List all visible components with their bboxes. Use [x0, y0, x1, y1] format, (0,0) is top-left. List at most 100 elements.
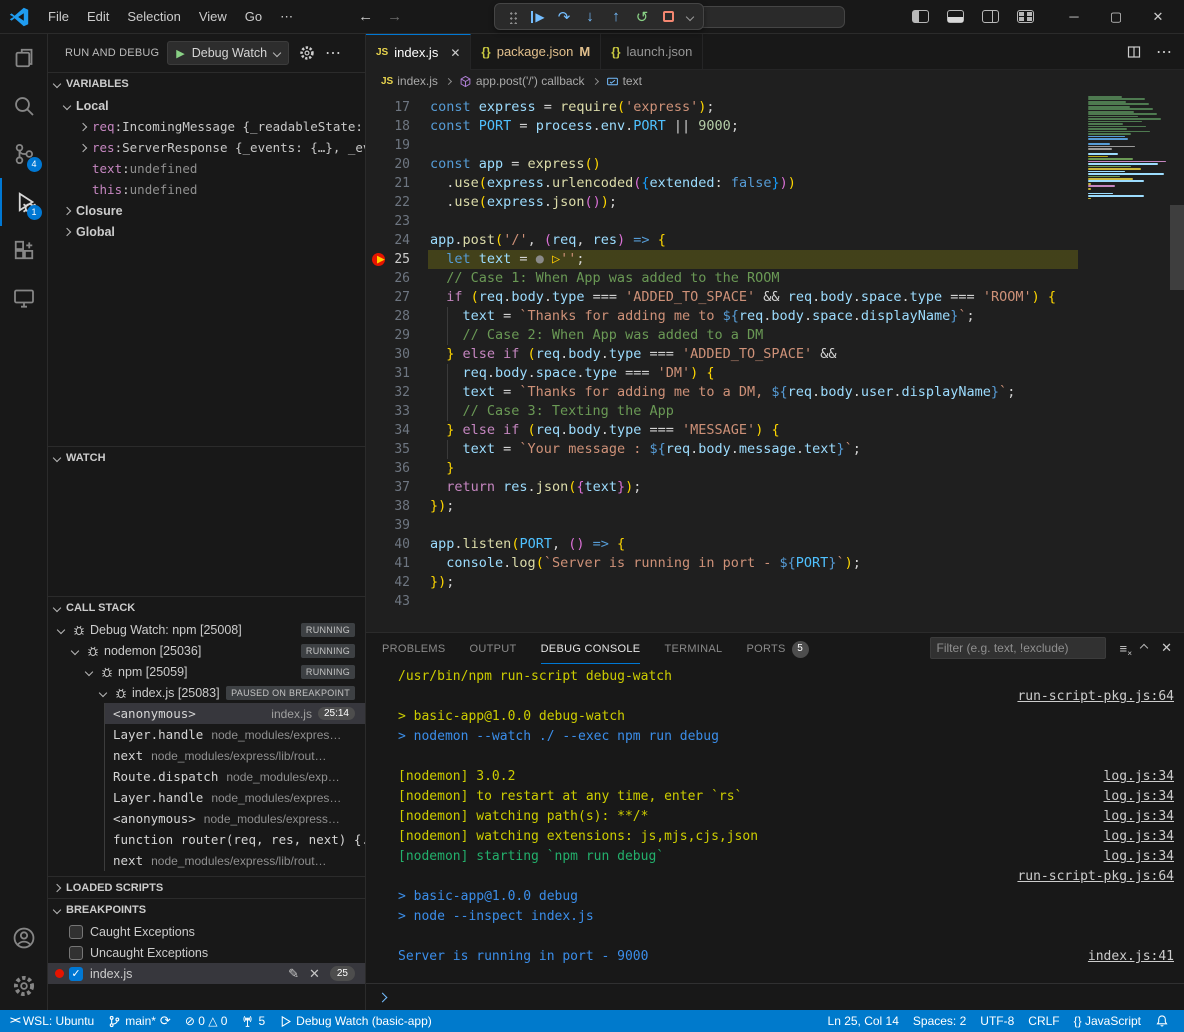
- code-line[interactable]: 30 } else if (req.body.type === 'ADDED_T…: [366, 345, 1184, 364]
- navigate-back-icon[interactable]: ←: [358, 8, 373, 25]
- status-remote[interactable]: ><WSL: Ubuntu: [0, 1010, 101, 1032]
- code-line[interactable]: 32 text = `Thanks for adding me to a DM,…: [366, 383, 1184, 402]
- callstack-session[interactable]: npm [25059]RUNNING: [48, 661, 365, 682]
- console-source-link[interactable]: log.js:34: [1104, 847, 1174, 867]
- remove-breakpoint-icon[interactable]: ✕: [309, 966, 320, 982]
- restart-button[interactable]: ↺: [631, 6, 653, 28]
- maximize-button[interactable]: ▢: [1104, 9, 1128, 25]
- stop-dropdown-button[interactable]: [683, 6, 697, 28]
- activity-explorer[interactable]: [0, 34, 48, 82]
- code-line[interactable]: 35 text = `Your message : ${req.body.mes…: [366, 440, 1184, 459]
- panel-tab-output[interactable]: OUTPUT: [470, 634, 517, 664]
- activity-settings[interactable]: [0, 962, 48, 1010]
- drag-grip-button[interactable]: [501, 6, 523, 28]
- code-line[interactable]: 36 }: [366, 459, 1184, 478]
- breakpoint-row[interactable]: Uncaught Exceptions: [48, 942, 365, 963]
- code-line[interactable]: 34 } else if (req.body.type === 'MESSAGE…: [366, 421, 1184, 440]
- status-notifications[interactable]: [1148, 1010, 1176, 1032]
- step-over-button[interactable]: ↷: [553, 6, 575, 28]
- activity-extensions[interactable]: [0, 226, 48, 274]
- code-line[interactable]: 19: [366, 136, 1184, 155]
- twisty-icon[interactable]: [78, 145, 88, 151]
- stop-button[interactable]: [657, 6, 679, 28]
- tab-launch-json[interactable]: {}launch.json: [601, 34, 703, 69]
- code-line[interactable]: 43: [366, 592, 1184, 611]
- code-line[interactable]: 17const express = require('express');: [366, 98, 1184, 117]
- panel-tab-debug-console[interactable]: DEBUG CONSOLE: [541, 634, 641, 664]
- panel-tab-terminal[interactable]: TERMINAL: [664, 634, 722, 664]
- continue-button[interactable]: ▶: [527, 6, 549, 28]
- breadcrumb-item[interactable]: app.post('/') callback: [459, 74, 585, 88]
- editor-scrollbar[interactable]: [1170, 205, 1184, 290]
- twisty-icon[interactable]: [78, 124, 88, 130]
- status-eol[interactable]: CRLF: [1021, 1010, 1066, 1032]
- variable-row[interactable]: Closure: [48, 200, 365, 221]
- stack-frame-row[interactable]: nextnode_modules/express/lib/rout…: [105, 850, 365, 871]
- menu-view[interactable]: View: [190, 5, 236, 29]
- console-filter-input[interactable]: [930, 637, 1106, 659]
- twisty-icon[interactable]: [62, 103, 72, 109]
- code-line[interactable]: 39: [366, 516, 1184, 535]
- maximize-panel-icon[interactable]: [1140, 644, 1148, 652]
- close-panel-icon[interactable]: ✕: [1161, 640, 1172, 656]
- toggle-secondary-sidebar-icon[interactable]: [982, 10, 999, 23]
- code-line[interactable]: 21 .use(express.urlencoded({extended: fa…: [366, 174, 1184, 193]
- breakpoint-row[interactable]: Caught Exceptions: [48, 921, 365, 942]
- stack-frame-row[interactable]: <anonymous>node_modules/express…: [105, 808, 365, 829]
- code-line[interactable]: 22 .use(express.json());: [366, 193, 1184, 212]
- customize-layout-icon[interactable]: [1017, 10, 1034, 23]
- code-line[interactable]: 40app.listen(PORT, () => {: [366, 535, 1184, 554]
- variable-row[interactable]: Global: [48, 221, 365, 242]
- callstack-session[interactable]: Debug Watch: npm [25008]RUNNING: [48, 619, 365, 640]
- step-out-button[interactable]: ↑: [605, 6, 627, 28]
- status-language-mode[interactable]: {} JavaScript: [1067, 1010, 1148, 1032]
- menu-file[interactable]: File: [39, 5, 78, 29]
- minimap[interactable]: [1088, 92, 1168, 203]
- console-source-link[interactable]: log.js:34: [1104, 767, 1174, 787]
- stack-frame-row[interactable]: <anonymous>index.js25:14: [105, 703, 365, 724]
- debug-settings-gear-icon[interactable]: [299, 45, 315, 61]
- console-source-link[interactable]: log.js:34: [1104, 807, 1174, 827]
- status-encoding[interactable]: UTF-8: [973, 1010, 1021, 1032]
- code-line[interactable]: 33 // Case 3: Texting the App: [366, 402, 1184, 421]
- close-tab-icon[interactable]: ✕: [450, 46, 460, 60]
- code-line[interactable]: 20const app = express(): [366, 155, 1184, 174]
- code-line[interactable]: 29 // Case 2: When App was added to a DM: [366, 326, 1184, 345]
- code-line[interactable]: 41 console.log(`Server is running in por…: [366, 554, 1184, 573]
- status-cursor-position[interactable]: Ln 25, Col 14: [821, 1010, 906, 1032]
- activity-source-control[interactable]: 4: [0, 130, 48, 178]
- code-line[interactable]: 23: [366, 212, 1184, 231]
- watch-header[interactable]: WATCH: [48, 447, 365, 469]
- variable-row[interactable]: res: ServerResponse {_events: {…}, _ev…: [48, 137, 365, 158]
- code-line[interactable]: 18const PORT = process.env.PORT || 9000;: [366, 117, 1184, 136]
- launch-config-dropdown[interactable]: ▶ Debug Watch: [167, 41, 289, 65]
- views-more-actions-icon[interactable]: ⋯: [325, 43, 341, 63]
- variable-row[interactable]: this: undefined: [48, 179, 365, 200]
- stack-frame-row[interactable]: Route.dispatchnode_modules/exp…: [105, 766, 365, 787]
- code-line[interactable]: 26 // Case 1: When App was added to the …: [366, 269, 1184, 288]
- status-indentation[interactable]: Spaces: 2: [906, 1010, 973, 1032]
- edit-breakpoint-icon[interactable]: ✎: [288, 966, 299, 982]
- menu-edit[interactable]: Edit: [78, 5, 118, 29]
- callstack-session[interactable]: index.js [25083]PAUSED ON BREAKPOINT: [48, 682, 365, 703]
- toggle-panel-icon[interactable]: [947, 10, 964, 23]
- activity-search[interactable]: [0, 82, 48, 130]
- filter-icon[interactable]: ≡: [1120, 641, 1128, 656]
- code-line[interactable]: 42});: [366, 573, 1184, 592]
- console-source-link[interactable]: run-script-pkg.js:64: [1017, 687, 1174, 707]
- variable-row[interactable]: req: IncomingMessage {_readableState: …: [48, 116, 365, 137]
- status-branch[interactable]: main*⟳: [101, 1010, 178, 1032]
- close-button[interactable]: ✕: [1146, 9, 1170, 25]
- stack-frame-row[interactable]: Layer.handlenode_modules/expres…: [105, 724, 365, 745]
- stack-frame-row[interactable]: nextnode_modules/express/lib/rout…: [105, 745, 365, 766]
- split-editor-icon[interactable]: [1126, 44, 1142, 60]
- code-line[interactable]: 37 return res.json({text});: [366, 478, 1184, 497]
- menu-go[interactable]: Go: [236, 5, 271, 29]
- breakpoints-header[interactable]: BREAKPOINTS: [48, 899, 365, 921]
- call-stack-header[interactable]: CALL STACK: [48, 597, 365, 619]
- breadcrumb-item[interactable]: JSindex.js: [381, 74, 438, 88]
- twisty-icon[interactable]: [62, 229, 72, 235]
- code-line[interactable]: 24app.post('/', (req, res) => {: [366, 231, 1184, 250]
- minimize-button[interactable]: ─: [1062, 9, 1086, 24]
- debug-console-input[interactable]: [366, 983, 1184, 1010]
